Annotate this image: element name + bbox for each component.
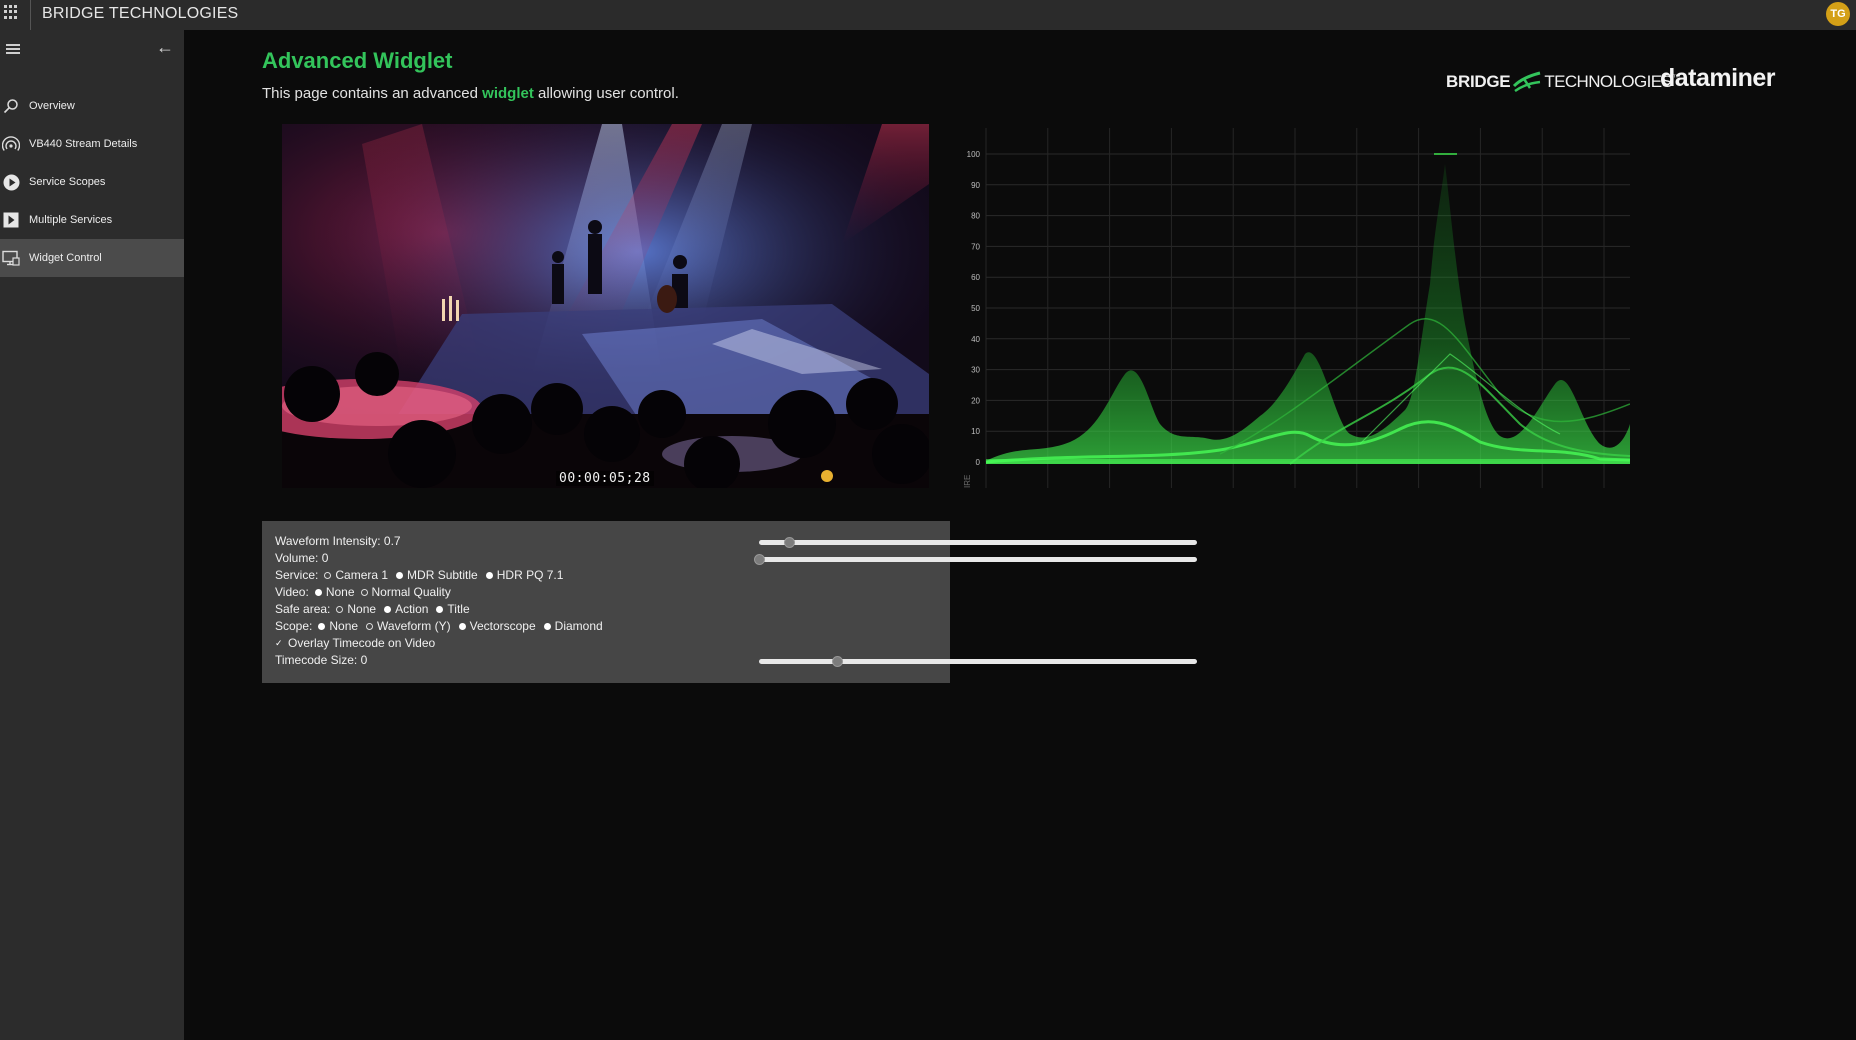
safe-area-option-label: Action	[395, 602, 429, 616]
search-icon	[2, 97, 20, 115]
dataminer-logo: dataminer	[1660, 64, 1775, 92]
service-radio-hdr-pq[interactable]	[485, 571, 493, 579]
scope-tick-label: 90	[971, 181, 980, 190]
waveform-scope: 100 90 80 70 60 50 40 30 20 10 0 IRE	[960, 124, 1631, 494]
service-radio-mdr-subtitle[interactable]	[396, 571, 404, 579]
safe-area-radio-none[interactable]	[336, 605, 344, 613]
sidebar-item-service-scopes[interactable]: Service Scopes	[0, 163, 184, 201]
waveform-graph: 1009080706050403020100 IRE	[963, 128, 1631, 488]
scope-tick-label: 80	[971, 212, 980, 221]
safe-area-label: Safe area:	[275, 602, 331, 616]
description-text-end: allowing user control.	[533, 85, 679, 102]
slider-handle[interactable]	[832, 656, 844, 667]
sidebar-item-label: Multiple Services	[29, 214, 113, 226]
scope-radio-diamond[interactable]	[543, 622, 551, 630]
app-title: BRIDGE TECHNOLOGIES	[42, 5, 239, 22]
widget-control-panel: Waveform Intensity: 0.7 Volume: 0 Servic…	[262, 521, 1197, 683]
play-circle-icon	[2, 173, 20, 191]
timecode-size-slider[interactable]	[759, 656, 1197, 667]
sidebar: ← Overview VB440 Stream Details Service …	[0, 30, 184, 1040]
monitor-icon	[2, 249, 20, 267]
video-timecode-overlay: 00:00:05;28	[556, 471, 654, 486]
logo-text-bridge: BRIDGE	[1446, 72, 1511, 91]
scope-tick-label: 70	[971, 242, 980, 251]
scope-tick-label: 40	[971, 335, 980, 344]
scope-label: Scope:	[275, 619, 313, 633]
description-text: This page contains an advanced	[262, 85, 483, 102]
safe-area-radio-action[interactable]	[384, 605, 392, 613]
video-label: Video:	[275, 585, 309, 599]
bridge-technologies-logo: BRIDGE TECHNOLOGIES ™	[1446, 70, 1680, 94]
top-bar: BRIDGE TECHNOLOGIES TG	[0, 0, 1856, 30]
video-radio-normal-quality[interactable]	[360, 588, 368, 596]
page-description: This page contains an advanced widglet a…	[262, 85, 679, 102]
scope-tick-label: 20	[971, 396, 980, 405]
timecode-size-label: Timecode Size: 0	[275, 653, 368, 667]
safe-area-options: Safe area: None Action Title	[275, 601, 472, 617]
scope-radio-vectorscope[interactable]	[458, 622, 466, 630]
signal-icon	[2, 135, 20, 153]
sidebar-item-label: Overview	[29, 100, 75, 112]
slider-handle[interactable]	[784, 537, 796, 548]
service-options: Service: Camera 1 MDR Subtitle HDR PQ 7.…	[275, 567, 565, 583]
logo-text-technologies: TECHNOLOGIES	[1544, 72, 1673, 91]
waveform-intensity-slider[interactable]	[759, 537, 1197, 548]
sidebar-item-widget-control[interactable]: Widget Control	[0, 239, 184, 277]
apps-grid-icon[interactable]	[4, 5, 18, 19]
video-radio-none[interactable]	[314, 588, 322, 596]
scope-options: Scope: None Waveform (Y) Vectorscope Dia…	[275, 618, 605, 634]
scope-radio-none[interactable]	[318, 622, 326, 630]
service-option-label: Camera 1	[335, 568, 389, 582]
collapse-sidebar-arrow-icon[interactable]: ←	[156, 37, 174, 57]
play-square-icon	[2, 211, 20, 229]
sidebar-item-label: VB440 Stream Details	[29, 138, 138, 150]
video-option-label: Normal Quality	[371, 585, 451, 599]
waveform-intensity-label: Waveform Intensity: 0.7	[275, 534, 401, 548]
service-option-label: HDR PQ 7.1	[496, 568, 564, 582]
safe-area-option-label: Title	[447, 602, 470, 616]
user-avatar[interactable]: TG	[1826, 2, 1850, 26]
safe-area-option-label: None	[347, 602, 377, 616]
overlay-timecode-option: ✓ Overlay Timecode on Video	[275, 635, 435, 651]
bridge-swoosh-icon	[1513, 71, 1541, 93]
volume-label: Volume: 0	[275, 551, 329, 565]
service-label: Service:	[275, 568, 319, 582]
scope-option-label: Waveform (Y)	[377, 619, 451, 633]
scope-tick-label: 50	[971, 304, 980, 313]
volume-slider[interactable]	[753, 554, 1197, 565]
scope-tick-label: 30	[971, 366, 980, 375]
overlay-timecode-checkbox[interactable]: ✓	[275, 639, 283, 648]
sidebar-item-multiple-services[interactable]: Multiple Services	[0, 201, 184, 239]
sidebar-item-label: Widget Control	[29, 252, 102, 264]
scope-tick-label: 0	[976, 458, 981, 467]
scope-option-label: None	[329, 619, 359, 633]
description-highlight: widglet	[482, 85, 534, 102]
service-radio-camera-1[interactable]	[324, 571, 332, 579]
scope-unit-label: IRE	[963, 475, 972, 488]
scope-tick-label: 10	[971, 427, 980, 436]
video-player[interactable]: 00:00:05;28	[282, 124, 929, 488]
topbar-divider	[30, 0, 31, 30]
sidebar-item-label: Service Scopes	[29, 176, 106, 188]
scope-tick-label: 100	[967, 150, 981, 159]
page-title: Advanced Widglet	[262, 48, 453, 73]
sidebar-item-overview[interactable]: Overview	[0, 87, 184, 125]
scope-option-label: Diamond	[554, 619, 603, 633]
scope-tick-label: 60	[971, 273, 980, 282]
video-option-label: None	[325, 585, 355, 599]
sidebar-item-vb440-stream-details[interactable]: VB440 Stream Details	[0, 125, 184, 163]
concert-video-frame	[282, 124, 929, 488]
video-options: Video: None Normal Quality	[275, 584, 453, 600]
scope-radio-waveform-y[interactable]	[366, 622, 374, 630]
service-option-label: MDR Subtitle	[407, 568, 478, 582]
hamburger-menu-icon[interactable]	[6, 44, 20, 54]
safe-area-radio-title[interactable]	[436, 605, 444, 613]
overlay-timecode-label: Overlay Timecode on Video	[288, 636, 436, 650]
slider-handle[interactable]	[753, 554, 765, 565]
scope-option-label: Vectorscope	[469, 619, 536, 633]
